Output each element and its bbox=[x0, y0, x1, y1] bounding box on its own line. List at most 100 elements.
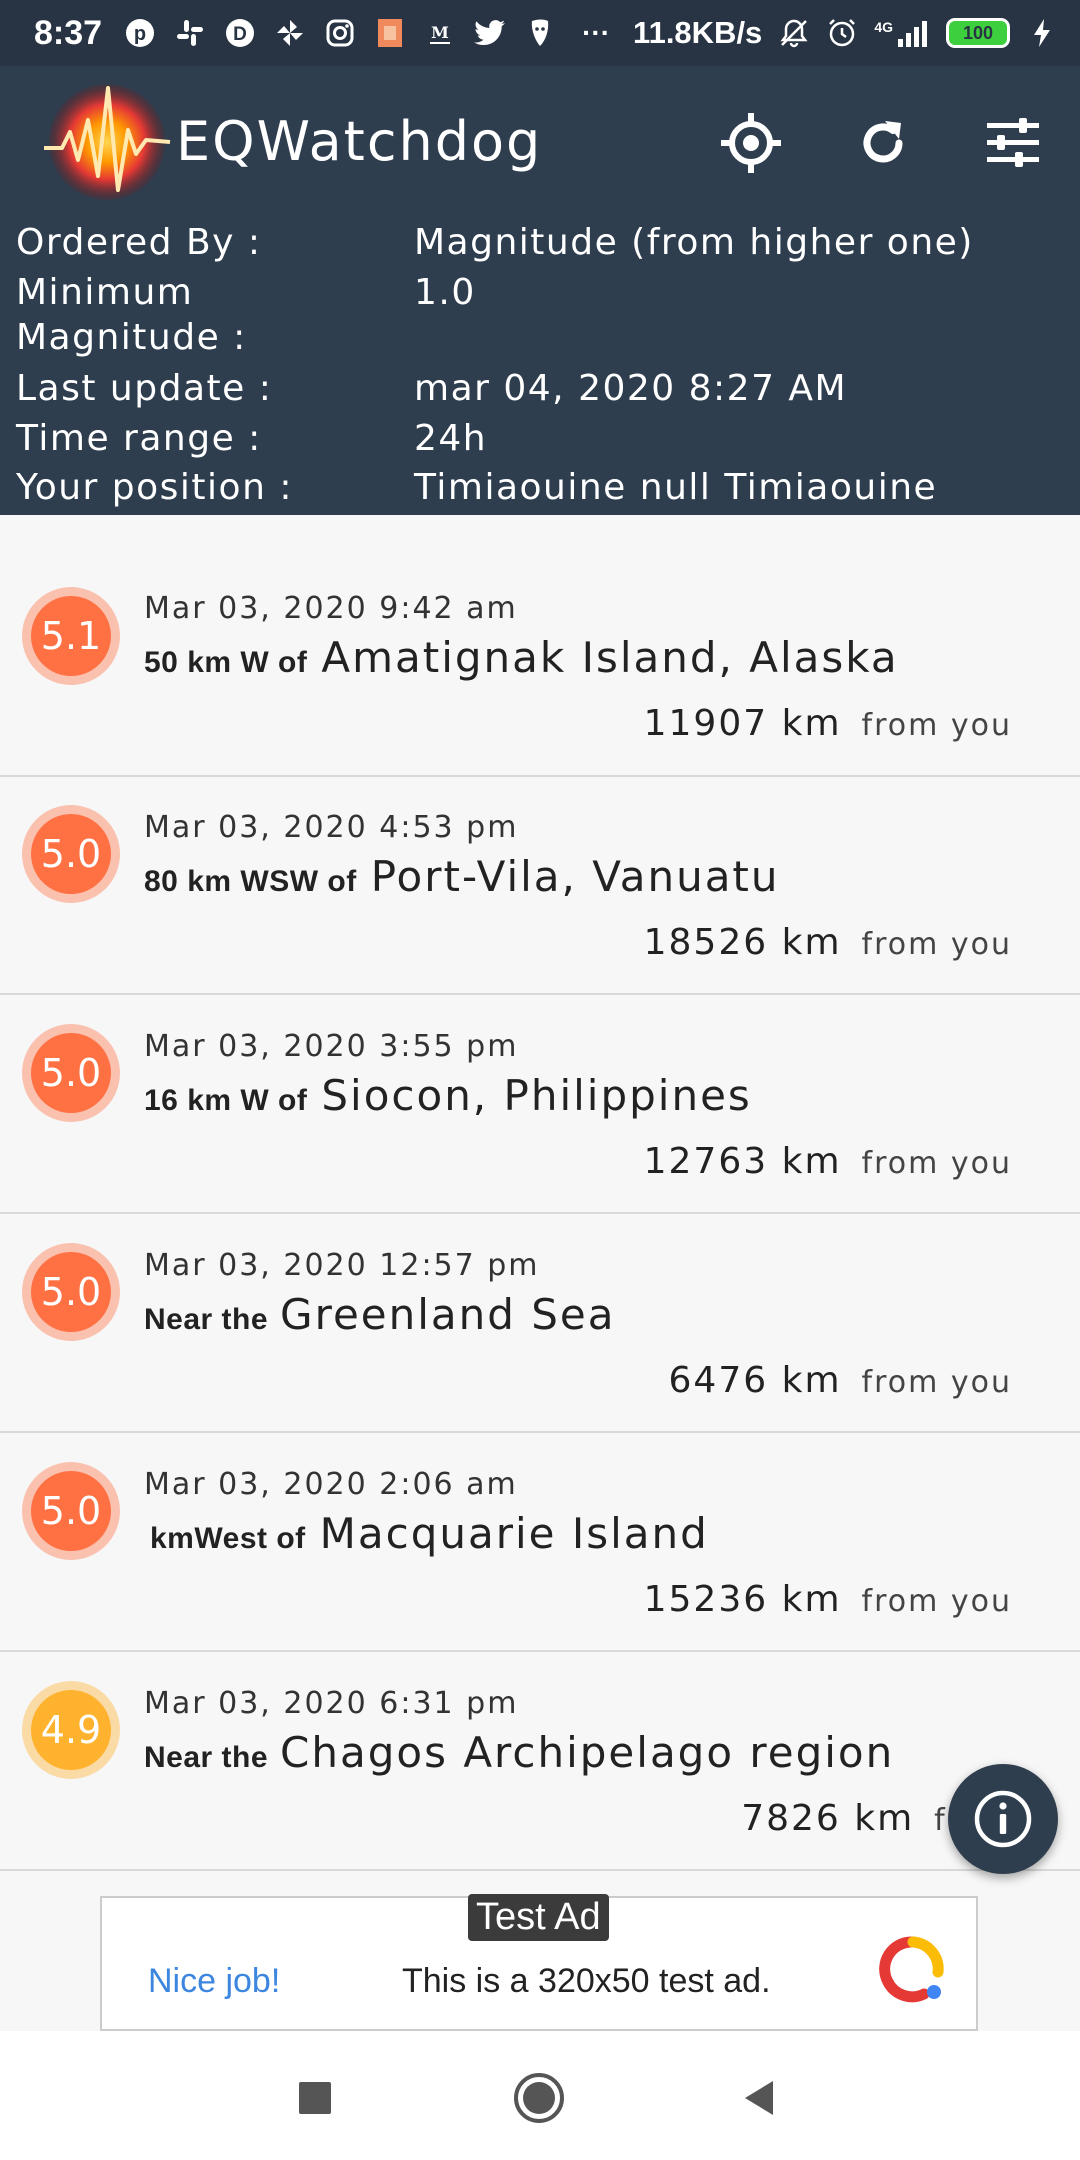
quake-place: Near the Chagos Archipelago region bbox=[144, 1728, 894, 1777]
pinwheel-icon bbox=[274, 17, 306, 49]
ad-network-logo-icon bbox=[879, 1936, 944, 2003]
quake-place: 80 km WSW of Port-Vila, Vanuatu bbox=[144, 852, 780, 901]
magnitude-badge: 5.0 bbox=[22, 1243, 120, 1341]
magnitude-value: 5.0 bbox=[31, 1252, 111, 1332]
distance-value: 7826 km bbox=[741, 1798, 915, 1839]
back-triangle-icon bbox=[745, 2081, 773, 2115]
quake-date: Mar 03, 2020 9:42 am bbox=[144, 591, 518, 626]
info-label: Ordered By : bbox=[16, 222, 262, 263]
magnitude-value: 5.0 bbox=[31, 1471, 111, 1551]
place-prefix: Near the bbox=[144, 1741, 269, 1774]
locate-button[interactable] bbox=[716, 108, 786, 178]
info-value: 24h bbox=[414, 418, 488, 459]
info-value: 1.0 bbox=[414, 272, 476, 313]
info-label: Time range : bbox=[16, 418, 262, 459]
quake-place: 16 km W of Siocon, Philippines bbox=[144, 1071, 752, 1120]
list-item[interactable]: 4.9 Mar 03, 2020 6:31 pm Near the Chagos … bbox=[0, 1653, 1080, 1871]
distance-value: 11907 km bbox=[643, 703, 842, 744]
quake-date: Mar 03, 2020 6:31 pm bbox=[144, 1686, 519, 1721]
distance-value: 6476 km bbox=[668, 1360, 842, 1401]
settings-button[interactable] bbox=[978, 108, 1048, 178]
mute-bell-icon bbox=[778, 17, 810, 49]
info-value: Timiaouine null Timiaouine bbox=[414, 467, 938, 508]
distance-suffix: from you bbox=[861, 927, 1012, 962]
status-time: 8:37 bbox=[34, 13, 103, 52]
distance-value: 15236 km bbox=[643, 1579, 842, 1620]
quake-date: Mar 03, 2020 12:57 pm bbox=[144, 1248, 540, 1283]
quake-place: Near the Greenland Sea bbox=[144, 1290, 616, 1339]
slack-icon bbox=[174, 17, 206, 49]
place-location: Chagos Archipelago region bbox=[280, 1728, 895, 1777]
network-type: 4G bbox=[874, 19, 893, 35]
back-button[interactable] bbox=[724, 2063, 794, 2133]
system-icons: 11.8KB/s 4G 100 bbox=[633, 15, 1058, 51]
ad-headline[interactable]: Nice job! bbox=[148, 1962, 280, 2001]
quake-place: 50 km W of Amatignak Island, Alaska bbox=[144, 633, 899, 682]
info-label: Minimum Magnitude : bbox=[16, 272, 247, 358]
magnitude-badge: 5.0 bbox=[22, 1462, 120, 1560]
place-prefix: Near the bbox=[144, 1303, 269, 1336]
ad-text[interactable]: This is a 320x50 test ad. bbox=[402, 1962, 771, 2001]
d-app-icon: D bbox=[224, 17, 256, 49]
place-location: Port-Vila, Vanuatu bbox=[370, 852, 780, 901]
info-label: Your position : bbox=[16, 467, 293, 508]
battery-icon: 100 bbox=[946, 18, 1010, 48]
list-item[interactable]: 5.0 Mar 03, 2020 4:53 pm 80 km WSW of Por… bbox=[0, 777, 1080, 995]
place-location: Macquarie Island bbox=[319, 1509, 709, 1558]
distance-suffix: from you bbox=[861, 1365, 1012, 1400]
place-location: Amatignak Island, Alaska bbox=[321, 633, 899, 682]
place-prefix: 50 km W of bbox=[144, 646, 308, 679]
system-nav-bar bbox=[0, 2031, 1080, 2160]
charging-icon bbox=[1026, 17, 1058, 49]
app-title: EQWatchdog bbox=[176, 110, 543, 173]
info-fab-button[interactable] bbox=[948, 1764, 1058, 1874]
quake-date: Mar 03, 2020 3:55 pm bbox=[144, 1029, 519, 1064]
svg-text:D: D bbox=[233, 24, 247, 45]
status-bar: 8:37 p D M ··· 11.8KB/s 4G 100 bbox=[0, 0, 1080, 66]
info-label: Last update : bbox=[16, 368, 273, 409]
list-item[interactable]: 5.0 Mar 03, 2020 3:55 pm 16 km W of Sioco… bbox=[0, 996, 1080, 1214]
app-thumbnail-icon bbox=[374, 17, 406, 49]
distance-value: 12763 km bbox=[643, 1141, 842, 1182]
list-item[interactable]: 5.1 Mar 03, 2020 9:42 am 50 km W of Amati… bbox=[0, 515, 1080, 777]
info-icon bbox=[974, 1790, 1032, 1848]
magnitude-badge: 5.0 bbox=[22, 1024, 120, 1122]
app-bar: EQWatchdog bbox=[0, 66, 1080, 220]
refresh-icon bbox=[863, 121, 903, 163]
distance-suffix: from you bbox=[861, 708, 1012, 743]
quake-place: kmWest of Macquarie Island bbox=[150, 1509, 709, 1558]
place-prefix: 16 km W of bbox=[144, 1084, 308, 1117]
place-prefix: 80 km WSW of bbox=[144, 865, 357, 898]
info-value: mar 04, 2020 8:27 AM bbox=[414, 368, 848, 409]
pinterest-icon: p bbox=[124, 17, 156, 49]
recents-button[interactable] bbox=[280, 2063, 350, 2133]
distance-suffix: from you bbox=[861, 1584, 1012, 1619]
alarm-icon bbox=[826, 17, 858, 49]
battery-level: 100 bbox=[962, 22, 994, 43]
list-item[interactable]: 5.0 Mar 03, 2020 2:06 am kmWest of Macqua… bbox=[0, 1434, 1080, 1652]
list-item[interactable]: 5.0 Mar 03, 2020 12:57 pm Near the Greenl… bbox=[0, 1215, 1080, 1433]
info-value: Magnitude (from higher one) bbox=[414, 222, 974, 263]
square-icon bbox=[299, 2082, 331, 2114]
notification-icons: p D M ··· bbox=[124, 17, 610, 49]
home-circle-icon bbox=[514, 2073, 564, 2123]
quake-date: Mar 03, 2020 2:06 am bbox=[144, 1467, 518, 1502]
app-logo-icon bbox=[42, 80, 172, 210]
ad-banner[interactable]: Test Ad Nice job! This is a 320x50 test … bbox=[100, 1894, 978, 2031]
distance-value: 18526 km bbox=[643, 922, 842, 963]
twitter-icon bbox=[474, 17, 506, 49]
crosshair-icon bbox=[721, 113, 781, 173]
more-notifications: ··· bbox=[582, 17, 611, 48]
svg-text:p: p bbox=[134, 23, 146, 45]
magnitude-value: 4.9 bbox=[31, 1690, 111, 1770]
signal-4g-icon: 4G bbox=[874, 19, 930, 47]
sliders-icon bbox=[987, 118, 1039, 167]
instagram-icon bbox=[324, 17, 356, 49]
quake-distance: 12763 km from you bbox=[644, 1141, 1012, 1182]
mask-icon bbox=[524, 17, 556, 49]
home-button[interactable] bbox=[504, 2063, 574, 2133]
ad-tag: Test Ad bbox=[468, 1894, 609, 1941]
quake-distance: 11907 km from you bbox=[644, 703, 1012, 744]
refresh-button[interactable] bbox=[848, 108, 918, 178]
distance-suffix: from you bbox=[861, 1146, 1012, 1181]
